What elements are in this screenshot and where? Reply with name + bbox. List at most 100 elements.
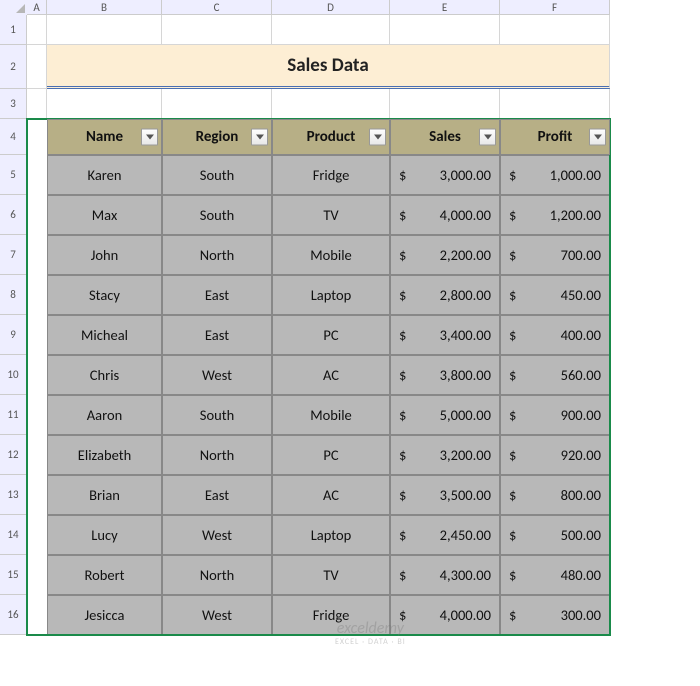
cell-sales[interactable]: $4,300.00 [390, 555, 500, 595]
cell[interactable] [27, 155, 47, 195]
cell-profit[interactable]: $500.00 [500, 515, 610, 555]
cell-product[interactable]: TV [272, 555, 390, 595]
cell-profit[interactable]: $920.00 [500, 435, 610, 475]
cell-name[interactable]: John [47, 235, 162, 275]
cell[interactable] [27, 89, 47, 119]
cell[interactable] [27, 275, 47, 315]
cell-product[interactable]: PC [272, 435, 390, 475]
cell[interactable] [47, 89, 162, 119]
cell-region[interactable]: South [162, 395, 272, 435]
filter-icon[interactable] [589, 129, 606, 146]
cell[interactable] [27, 435, 47, 475]
cell[interactable] [27, 355, 47, 395]
cell[interactable] [390, 89, 500, 119]
cell-region[interactable]: East [162, 475, 272, 515]
cell-product[interactable]: TV [272, 195, 390, 235]
row-header[interactable]: 10 [0, 355, 27, 395]
header-profit[interactable]: Profit [500, 119, 610, 155]
cell[interactable] [47, 15, 162, 45]
cell-name[interactable]: Elizabeth [47, 435, 162, 475]
cell[interactable] [27, 515, 47, 555]
cell-region[interactable]: West [162, 595, 272, 635]
row-header[interactable]: 8 [0, 275, 27, 315]
cell[interactable] [272, 15, 390, 45]
cell-profit[interactable]: $1,000.00 [500, 155, 610, 195]
cell[interactable] [162, 15, 272, 45]
row-header[interactable]: 4 [0, 119, 27, 155]
header-name[interactable]: Name [47, 119, 162, 155]
cell[interactable] [27, 595, 47, 635]
cell-profit[interactable]: $900.00 [500, 395, 610, 435]
cell-product[interactable]: Laptop [272, 275, 390, 315]
cell-region[interactable]: South [162, 195, 272, 235]
cell-region[interactable]: North [162, 435, 272, 475]
cell[interactable] [27, 195, 47, 235]
row-header[interactable]: 5 [0, 155, 27, 195]
header-sales[interactable]: Sales [390, 119, 500, 155]
row-header[interactable]: 11 [0, 395, 27, 435]
row-header[interactable]: 13 [0, 475, 27, 515]
filter-icon[interactable] [251, 129, 268, 146]
cell[interactable] [27, 555, 47, 595]
cell-region[interactable]: South [162, 155, 272, 195]
cell-profit[interactable]: $800.00 [500, 475, 610, 515]
cell-name[interactable]: Karen [47, 155, 162, 195]
cell-profit[interactable]: $300.00 [500, 595, 610, 635]
col-header-f[interactable]: F [500, 0, 610, 15]
filter-icon[interactable] [369, 129, 386, 146]
cell-name[interactable]: Aaron [47, 395, 162, 435]
cell[interactable] [272, 89, 390, 119]
cell-region[interactable]: East [162, 275, 272, 315]
cell-region[interactable]: North [162, 555, 272, 595]
row-header[interactable]: 7 [0, 235, 27, 275]
cell-product[interactable]: AC [272, 355, 390, 395]
cell-name[interactable]: Stacy [47, 275, 162, 315]
cell-product[interactable]: AC [272, 475, 390, 515]
cell-profit[interactable]: $480.00 [500, 555, 610, 595]
cell-sales[interactable]: $5,000.00 [390, 395, 500, 435]
cell-region[interactable]: East [162, 315, 272, 355]
cell[interactable] [390, 15, 500, 45]
cell-sales[interactable]: $3,500.00 [390, 475, 500, 515]
cell[interactable] [27, 45, 47, 89]
cell-name[interactable]: Brian [47, 475, 162, 515]
row-header[interactable]: 1 [0, 15, 27, 45]
cell[interactable] [27, 119, 47, 155]
filter-icon[interactable] [479, 129, 496, 146]
cell-name[interactable]: Robert [47, 555, 162, 595]
cell-profit[interactable]: $700.00 [500, 235, 610, 275]
row-header[interactable]: 9 [0, 315, 27, 355]
cell-product[interactable]: PC [272, 315, 390, 355]
row-header[interactable]: 12 [0, 435, 27, 475]
cell[interactable] [27, 235, 47, 275]
cell[interactable] [27, 15, 47, 45]
select-all-corner[interactable] [0, 0, 27, 15]
cell-name[interactable]: Max [47, 195, 162, 235]
cell[interactable] [27, 475, 47, 515]
cell-name[interactable]: Jesicca [47, 595, 162, 635]
cell-sales[interactable]: $3,400.00 [390, 315, 500, 355]
cell-sales[interactable]: $4,000.00 [390, 195, 500, 235]
cell-profit[interactable]: $1,200.00 [500, 195, 610, 235]
row-header[interactable]: 3 [0, 89, 27, 119]
col-header-d[interactable]: D [272, 0, 390, 15]
cell-name[interactable]: Micheal [47, 315, 162, 355]
cell-region[interactable]: West [162, 515, 272, 555]
cell[interactable] [500, 89, 610, 119]
cell[interactable] [500, 15, 610, 45]
row-header[interactable]: 15 [0, 555, 27, 595]
row-header[interactable]: 16 [0, 595, 27, 635]
row-header[interactable]: 2 [0, 45, 27, 89]
cell-sales[interactable]: $3,800.00 [390, 355, 500, 395]
cell-profit[interactable]: $400.00 [500, 315, 610, 355]
cell[interactable] [27, 395, 47, 435]
cell-product[interactable]: Fridge [272, 595, 390, 635]
cell-product[interactable]: Mobile [272, 395, 390, 435]
cell-region[interactable]: North [162, 235, 272, 275]
title-cell[interactable]: Sales Data [47, 45, 610, 89]
cell[interactable] [27, 315, 47, 355]
row-header[interactable]: 6 [0, 195, 27, 235]
cell-region[interactable]: West [162, 355, 272, 395]
cell-name[interactable]: Chris [47, 355, 162, 395]
cell-name[interactable]: Lucy [47, 515, 162, 555]
